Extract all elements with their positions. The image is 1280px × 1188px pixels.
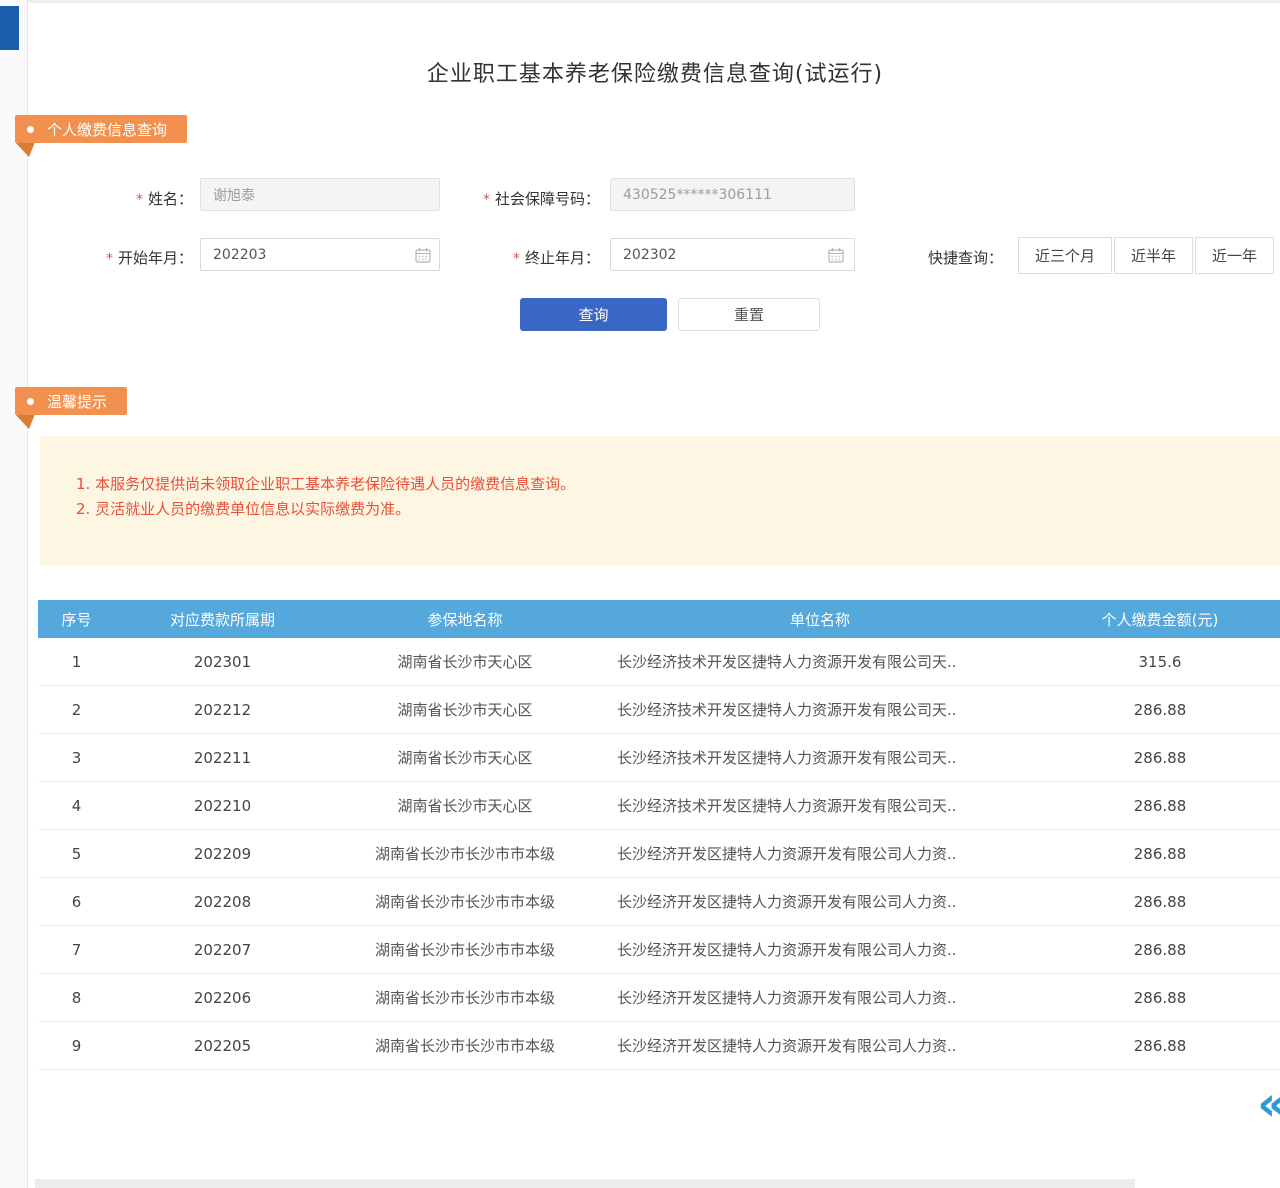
table-row: 2202212湖南省长沙市天心区长沙经济技术开发区捷特人力资源开发有限公司天..… bbox=[38, 686, 1280, 734]
end-month-label: *终止年月： bbox=[450, 247, 600, 268]
notice-line: 2. 灵活就业人员的缴费单位信息以实际缴费为准。 bbox=[76, 497, 575, 522]
cell-no: 1 bbox=[38, 653, 115, 671]
column-header-unit: 单位名称 bbox=[600, 609, 1040, 630]
cell-area: 湖南省长沙市长沙市市本级 bbox=[330, 987, 600, 1008]
content-top-border bbox=[28, 0, 1280, 3]
cell-unit: 长沙经济技术开发区捷特人力资源开发有限公司天.. bbox=[600, 795, 1040, 816]
cell-unit: 长沙经济开发区捷特人力资源开发有限公司人力资.. bbox=[600, 843, 1040, 864]
ssn-field bbox=[610, 178, 855, 211]
required-asterisk: * bbox=[106, 251, 113, 267]
name-field bbox=[200, 178, 440, 211]
collapse-chevron-icon[interactable]: « bbox=[1257, 1079, 1280, 1127]
cell-period: 202207 bbox=[115, 941, 330, 959]
bullet-dot-icon bbox=[27, 398, 34, 405]
table-row: 5202209湖南省长沙市长沙市市本级长沙经济开发区捷特人力资源开发有限公司人力… bbox=[38, 830, 1280, 878]
sidebar-blue-block bbox=[0, 6, 19, 50]
table-row: 3202211湖南省长沙市天心区长沙经济技术开发区捷特人力资源开发有限公司天..… bbox=[38, 734, 1280, 782]
cell-area: 湖南省长沙市长沙市市本级 bbox=[330, 843, 600, 864]
cell-no: 3 bbox=[38, 749, 115, 767]
cell-unit: 长沙经济技术开发区捷特人力资源开发有限公司天.. bbox=[600, 747, 1040, 768]
ssn-label: *社会保障号码： bbox=[450, 188, 600, 209]
cell-unit: 长沙经济开发区捷特人力资源开发有限公司人力资.. bbox=[600, 1035, 1040, 1056]
cell-period: 202211 bbox=[115, 749, 330, 767]
cell-amount: 286.88 bbox=[1040, 1037, 1280, 1055]
cell-amount: 286.88 bbox=[1040, 845, 1280, 863]
required-asterisk: * bbox=[483, 192, 490, 208]
start-month-label: *开始年月： bbox=[85, 247, 193, 268]
cell-amount: 286.88 bbox=[1040, 797, 1280, 815]
reset-button[interactable]: 重置 bbox=[678, 298, 820, 331]
column-header-period: 对应费款所属期 bbox=[115, 609, 330, 630]
column-header-no: 序号 bbox=[38, 609, 115, 630]
quick-option-button[interactable]: 近半年 bbox=[1114, 237, 1193, 274]
bullet-dot-icon bbox=[27, 126, 34, 133]
table-row: 8202206湖南省长沙市长沙市市本级长沙经济开发区捷特人力资源开发有限公司人力… bbox=[38, 974, 1280, 1022]
cell-unit: 长沙经济技术开发区捷特人力资源开发有限公司天.. bbox=[600, 699, 1040, 720]
cell-unit: 长沙经济技术开发区捷特人力资源开发有限公司天.. bbox=[600, 651, 1040, 672]
end-month-field[interactable] bbox=[610, 238, 855, 271]
cell-no: 9 bbox=[38, 1037, 115, 1055]
cell-area: 湖南省长沙市天心区 bbox=[330, 699, 600, 720]
column-header-amount: 个人缴费金额(元) bbox=[1040, 609, 1280, 630]
section-header-personal-query: 个人缴费信息查询 bbox=[15, 115, 187, 143]
cell-no: 7 bbox=[38, 941, 115, 959]
notice-lines: 1. 本服务仅提供尚未领取企业职工基本养老保险待遇人员的缴费信息查询。 2. 灵… bbox=[76, 472, 575, 522]
section-header-tips: 温馨提示 bbox=[15, 387, 127, 415]
quick-option-button[interactable]: 近一年 bbox=[1195, 237, 1274, 274]
cell-amount: 286.88 bbox=[1040, 989, 1280, 1007]
table-row: 7202207湖南省长沙市长沙市市本级长沙经济开发区捷特人力资源开发有限公司人力… bbox=[38, 926, 1280, 974]
table-row: 6202208湖南省长沙市长沙市市本级长沙经济开发区捷特人力资源开发有限公司人力… bbox=[38, 878, 1280, 926]
cell-unit: 长沙经济开发区捷特人力资源开发有限公司人力资.. bbox=[600, 939, 1040, 960]
cell-amount: 315.6 bbox=[1040, 653, 1280, 671]
cell-area: 湖南省长沙市天心区 bbox=[330, 651, 600, 672]
cell-area: 湖南省长沙市长沙市市本级 bbox=[330, 939, 600, 960]
section-header-label: 个人缴费信息查询 bbox=[47, 119, 167, 140]
section-header-label: 温馨提示 bbox=[47, 391, 107, 412]
cell-period: 202212 bbox=[115, 701, 330, 719]
cell-area: 湖南省长沙市长沙市市本级 bbox=[330, 891, 600, 912]
required-asterisk: * bbox=[513, 251, 520, 267]
cell-no: 4 bbox=[38, 797, 115, 815]
quick-query-label: 快捷查询： bbox=[928, 247, 1003, 268]
cell-amount: 286.88 bbox=[1040, 701, 1280, 719]
table-row: 4202210湖南省长沙市天心区长沙经济技术开发区捷特人力资源开发有限公司天..… bbox=[38, 782, 1280, 830]
calendar-icon[interactable] bbox=[828, 247, 844, 263]
table-row: 9202205湖南省长沙市长沙市市本级长沙经济开发区捷特人力资源开发有限公司人力… bbox=[38, 1022, 1280, 1070]
cell-area: 湖南省长沙市天心区 bbox=[330, 747, 600, 768]
page-title: 企业职工基本养老保险缴费信息查询(试运行) bbox=[30, 56, 1280, 88]
start-month-field[interactable] bbox=[200, 238, 440, 271]
quick-query-group: 近三个月近半年近一年 bbox=[1018, 237, 1274, 274]
cell-period: 202301 bbox=[115, 653, 330, 671]
cell-period: 202209 bbox=[115, 845, 330, 863]
cell-amount: 286.88 bbox=[1040, 941, 1280, 959]
cell-period: 202210 bbox=[115, 797, 330, 815]
table-body: 1202301湖南省长沙市天心区长沙经济技术开发区捷特人力资源开发有限公司天..… bbox=[38, 638, 1280, 1070]
results-table: 序号对应费款所属期参保地名称单位名称个人缴费金额(元) 1202301湖南省长沙… bbox=[38, 600, 1280, 1070]
quick-option-button[interactable]: 近三个月 bbox=[1018, 237, 1112, 274]
name-label: *姓名： bbox=[85, 188, 193, 209]
query-button[interactable]: 查询 bbox=[520, 298, 667, 331]
cell-area: 湖南省长沙市天心区 bbox=[330, 795, 600, 816]
table-row: 1202301湖南省长沙市天心区长沙经济技术开发区捷特人力资源开发有限公司天..… bbox=[38, 638, 1280, 686]
notice-box: 1. 本服务仅提供尚未领取企业职工基本养老保险待遇人员的缴费信息查询。 2. 灵… bbox=[40, 436, 1280, 566]
calendar-icon[interactable] bbox=[415, 247, 431, 263]
cell-no: 8 bbox=[38, 989, 115, 1007]
required-asterisk: * bbox=[136, 192, 143, 208]
cell-no: 5 bbox=[38, 845, 115, 863]
left-sidebar-rail bbox=[0, 0, 28, 1188]
cell-amount: 286.88 bbox=[1040, 893, 1280, 911]
cell-no: 2 bbox=[38, 701, 115, 719]
cell-no: 6 bbox=[38, 893, 115, 911]
bottom-scrollbar[interactable] bbox=[35, 1179, 1135, 1188]
table-header-row: 序号对应费款所属期参保地名称单位名称个人缴费金额(元) bbox=[38, 600, 1280, 638]
cell-unit: 长沙经济开发区捷特人力资源开发有限公司人力资.. bbox=[600, 987, 1040, 1008]
cell-area: 湖南省长沙市长沙市市本级 bbox=[330, 1035, 600, 1056]
cell-period: 202205 bbox=[115, 1037, 330, 1055]
cell-unit: 长沙经济开发区捷特人力资源开发有限公司人力资.. bbox=[600, 891, 1040, 912]
cell-amount: 286.88 bbox=[1040, 749, 1280, 767]
cell-period: 202206 bbox=[115, 989, 330, 1007]
column-header-area: 参保地名称 bbox=[330, 609, 600, 630]
cell-period: 202208 bbox=[115, 893, 330, 911]
notice-line: 1. 本服务仅提供尚未领取企业职工基本养老保险待遇人员的缴费信息查询。 bbox=[76, 472, 575, 497]
